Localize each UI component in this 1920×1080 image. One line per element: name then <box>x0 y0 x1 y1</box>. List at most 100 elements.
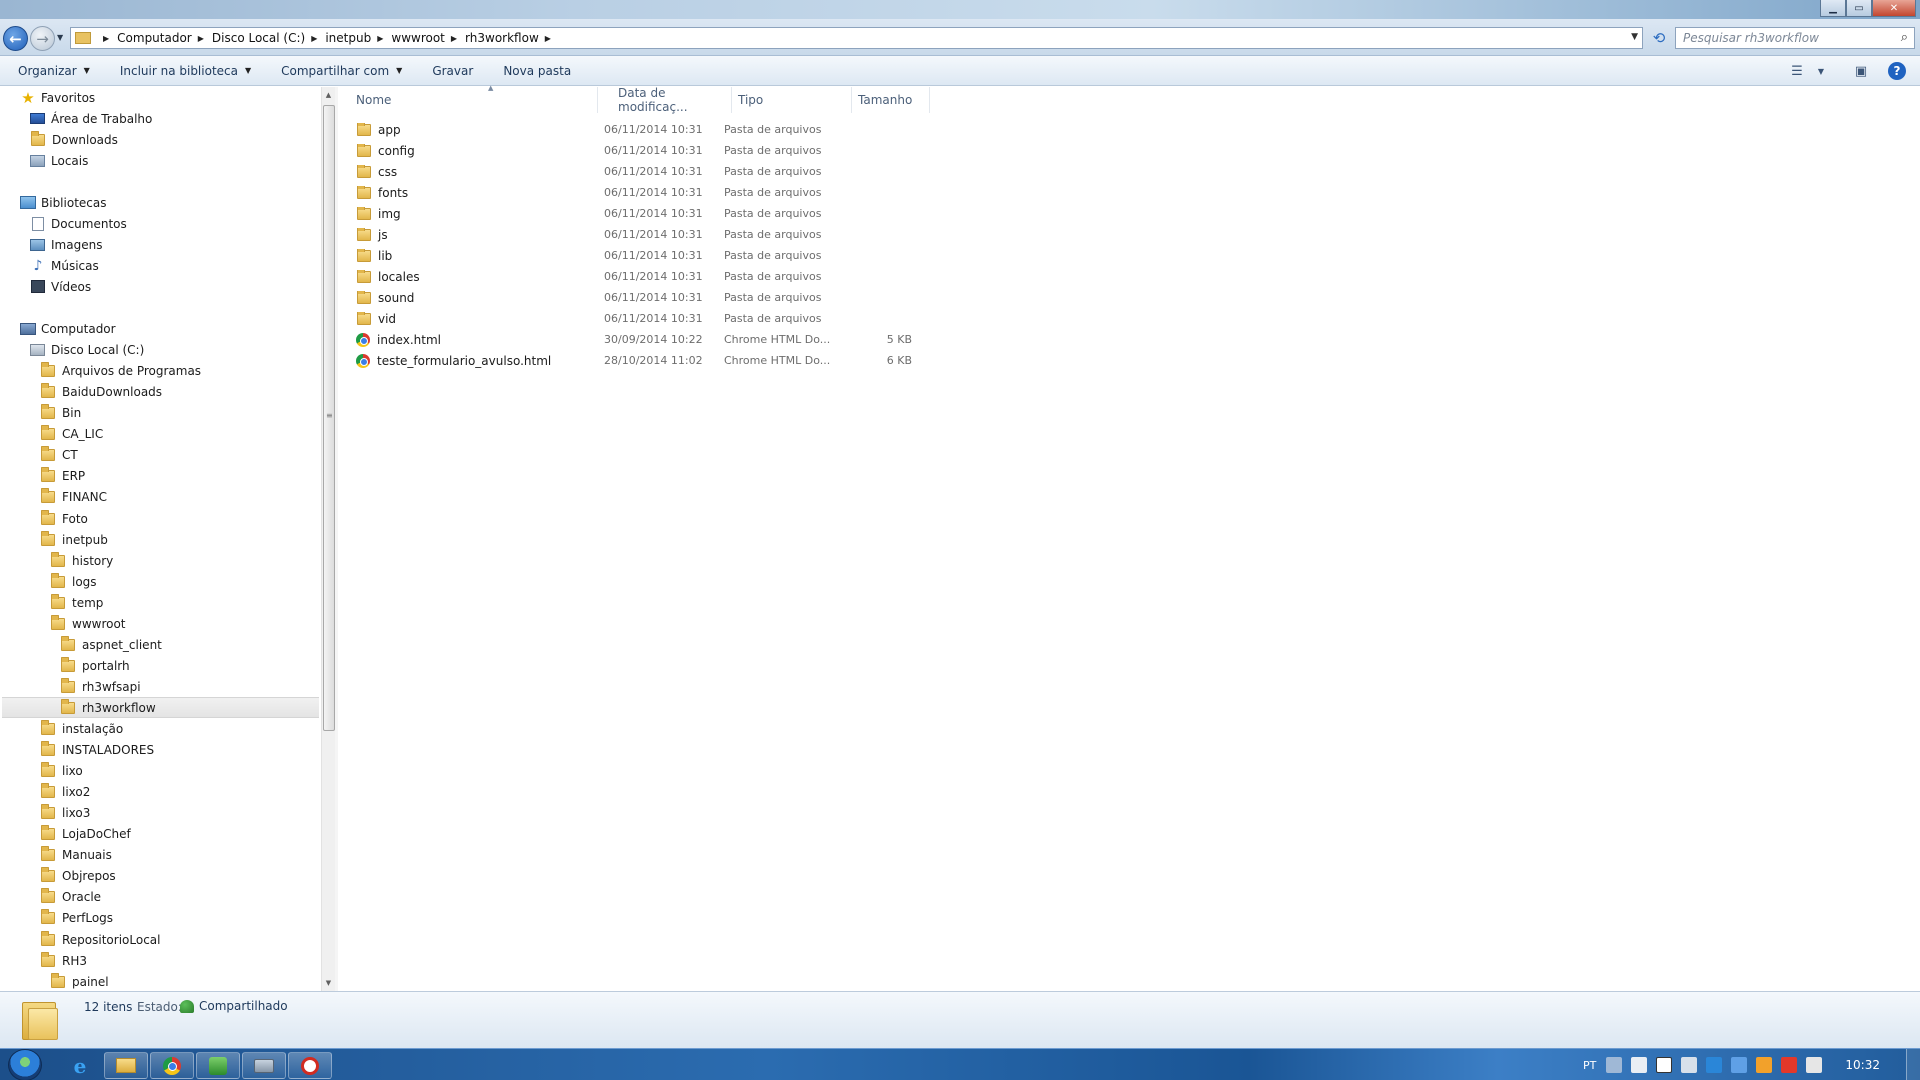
column-header-type[interactable]: Tipo <box>732 87 852 113</box>
breadcrumb-item[interactable]: Computador <box>117 31 192 45</box>
nav-folder-item[interactable]: RH3 <box>40 950 87 971</box>
nav-folder-item[interactable]: lixo <box>40 761 83 782</box>
search-icon[interactable]: ⌕ <box>1901 30 1908 45</box>
file-row[interactable]: teste_formulario_avulso.html 28/10/2014 1… <box>352 350 1272 371</box>
nav-folder-item[interactable]: Arquivos de Programas <box>40 361 201 382</box>
taskbar-ie[interactable]: e <box>58 1052 102 1079</box>
nav-folder-item[interactable]: CA_LIC <box>40 424 103 445</box>
breadcrumb-arrow-icon[interactable]: ▶ <box>103 34 109 43</box>
nav-library-item[interactable]: Vídeos <box>30 276 91 297</box>
nav-folder-item[interactable]: temp <box>50 592 103 613</box>
nav-folder-item[interactable]: FINANC <box>40 487 107 508</box>
nav-favorite-item[interactable]: Área de Trabalho <box>30 108 152 129</box>
taskbar-chrome[interactable] <box>150 1052 194 1079</box>
nav-folder-item[interactable]: RepositorioLocal <box>40 929 160 950</box>
clock[interactable]: 10:32 <box>1845 1058 1880 1072</box>
preview-pane-button[interactable]: ▣ <box>1848 60 1874 82</box>
file-row[interactable]: config 06/11/2014 10:31 Pasta de arquivos <box>352 140 1272 161</box>
nav-folder-item[interactable]: history <box>50 550 113 571</box>
address-bar[interactable]: ▶ Computador ▶ Disco Local (C:) ▶ inetpub ▶ ww… <box>70 27 1643 49</box>
minimize-button[interactable]: ▁ <box>1820 0 1846 17</box>
burn-button[interactable]: Gravar <box>414 56 485 86</box>
breadcrumb-item[interactable]: rh3workflow <box>465 31 539 45</box>
taskbar-vm[interactable] <box>242 1052 286 1079</box>
file-row[interactable]: lib 06/11/2014 10:31 Pasta de arquivos <box>352 245 1272 266</box>
nav-folder-item[interactable]: rh3workflow <box>2 697 319 719</box>
nav-folder-item[interactable]: portalrh <box>60 655 130 676</box>
search-box[interactable]: ⌕ <box>1675 27 1915 49</box>
file-row[interactable]: img 06/11/2014 10:31 Pasta de arquivos <box>352 203 1272 224</box>
scroll-up-icon[interactable]: ▲ <box>322 87 335 103</box>
new-folder-button[interactable]: Nova pasta <box>485 56 583 86</box>
breadcrumb-item[interactable]: wwwroot <box>391 31 445 45</box>
scroll-down-icon[interactable]: ▼ <box>322 975 335 991</box>
nav-folder-item[interactable]: logs <box>50 571 97 592</box>
breadcrumb-arrow-icon[interactable]: ▶ <box>377 34 383 43</box>
nav-folder-item[interactable]: inetpub <box>40 529 108 550</box>
change-view-button[interactable]: ☰ <box>1784 60 1810 82</box>
nav-folder-item[interactable]: wwwroot <box>50 613 126 634</box>
nav-folder-item[interactable]: CT <box>40 445 78 466</box>
address-history-dropdown[interactable]: ▼ <box>1631 32 1638 42</box>
nav-local-disk[interactable]: Disco Local (C:) <box>30 340 144 361</box>
language-indicator[interactable]: PT <box>1583 1059 1596 1072</box>
include-library-menu[interactable]: Incluir na biblioteca ▼ <box>102 56 263 86</box>
sync-icon[interactable] <box>1731 1057 1748 1073</box>
maximize-button[interactable]: ▭ <box>1846 0 1872 17</box>
organize-menu[interactable]: Organizar ▼ <box>0 56 102 86</box>
file-row[interactable]: fonts 06/11/2014 10:31 Pasta de arquivos <box>352 182 1272 203</box>
recent-pages-dropdown[interactable]: ▼ <box>57 33 63 42</box>
update-icon[interactable] <box>1756 1057 1773 1073</box>
nav-libraries[interactable]: Bibliotecas <box>20 192 106 213</box>
nav-folder-item[interactable]: Objrepos <box>40 866 116 887</box>
breadcrumb-arrow-icon[interactable]: ▶ <box>451 34 457 43</box>
nav-folder-item[interactable]: instalação <box>40 719 123 740</box>
file-row[interactable]: sound 06/11/2014 10:31 Pasta de arquivos <box>352 287 1272 308</box>
volume-icon[interactable] <box>1681 1057 1698 1073</box>
back-button[interactable]: ← <box>3 26 28 51</box>
file-row[interactable]: js 06/11/2014 10:31 Pasta de arquivos <box>352 224 1272 245</box>
share-with-menu[interactable]: Compartilhar com ▼ <box>263 56 414 86</box>
scroll-thumb[interactable]: ≡ <box>323 105 335 731</box>
breadcrumb-arrow-icon[interactable]: ▶ <box>198 34 204 43</box>
forward-button[interactable]: → <box>30 26 55 51</box>
breadcrumb-arrow-icon[interactable]: ▶ <box>545 34 551 43</box>
nav-folder-item[interactable]: ERP <box>40 466 85 487</box>
nav-folder-item[interactable]: Foto <box>40 508 88 529</box>
nav-folder-item[interactable]: aspnet_client <box>60 634 162 655</box>
nav-folder-item[interactable]: Manuais <box>40 845 112 866</box>
file-row[interactable]: index.html 30/09/2014 10:22 Chrome HTML Do… <box>352 329 1272 350</box>
nav-scrollbar[interactable]: ▲ ≡ ▼ <box>321 87 335 991</box>
nav-favorite-item[interactable]: Downloads <box>30 129 118 150</box>
start-button[interactable] <box>8 1049 42 1080</box>
search-input[interactable] <box>1683 31 1883 45</box>
file-row[interactable]: app 06/11/2014 10:31 Pasta de arquivos <box>352 119 1272 140</box>
breadcrumb-item[interactable]: inetpub <box>325 31 371 45</box>
nav-folder-item[interactable]: Bin <box>40 403 81 424</box>
nav-folder-item[interactable]: LojaDoChef <box>40 824 131 845</box>
file-row[interactable]: vid 06/11/2014 10:31 Pasta de arquivos <box>352 308 1272 329</box>
column-header-size[interactable]: Tamanho <box>852 87 930 113</box>
nav-folder-item[interactable]: Oracle <box>40 887 101 908</box>
breadcrumb-arrow-icon[interactable]: ▶ <box>311 34 317 43</box>
help-icon[interactable]: ? <box>1888 62 1906 80</box>
nav-folder-item[interactable]: INSTALADORES <box>40 740 154 761</box>
column-header-date[interactable]: Data de modificaç... <box>612 86 732 114</box>
monitor-icon[interactable] <box>1706 1057 1723 1073</box>
close-button[interactable]: ✕ <box>1872 0 1916 17</box>
nav-folder-item[interactable]: PerfLogs <box>40 908 113 929</box>
nav-folder-item[interactable]: lixo3 <box>40 803 90 824</box>
taskbar-app-red[interactable] <box>288 1052 332 1079</box>
taskbar-explorer[interactable] <box>104 1052 148 1079</box>
network-icon[interactable] <box>1631 1057 1648 1073</box>
nav-library-item[interactable]: Imagens <box>30 234 102 255</box>
taskbar-app-green[interactable] <box>196 1052 240 1079</box>
flag-icon[interactable] <box>1806 1057 1823 1073</box>
nav-favorite-item[interactable]: Locais <box>30 150 88 171</box>
nav-library-item[interactable]: Documentos <box>30 213 127 234</box>
column-header-name[interactable]: Nome ▲ <box>350 84 598 113</box>
nav-favorites[interactable]: ★ Favoritos <box>20 87 95 108</box>
nav-folder-item[interactable]: rh3wfsapi <box>60 676 141 697</box>
file-row[interactable]: css 06/11/2014 10:31 Pasta de arquivos <box>352 161 1272 182</box>
file-row[interactable]: locales 06/11/2014 10:31 Pasta de arquivos <box>352 266 1272 287</box>
